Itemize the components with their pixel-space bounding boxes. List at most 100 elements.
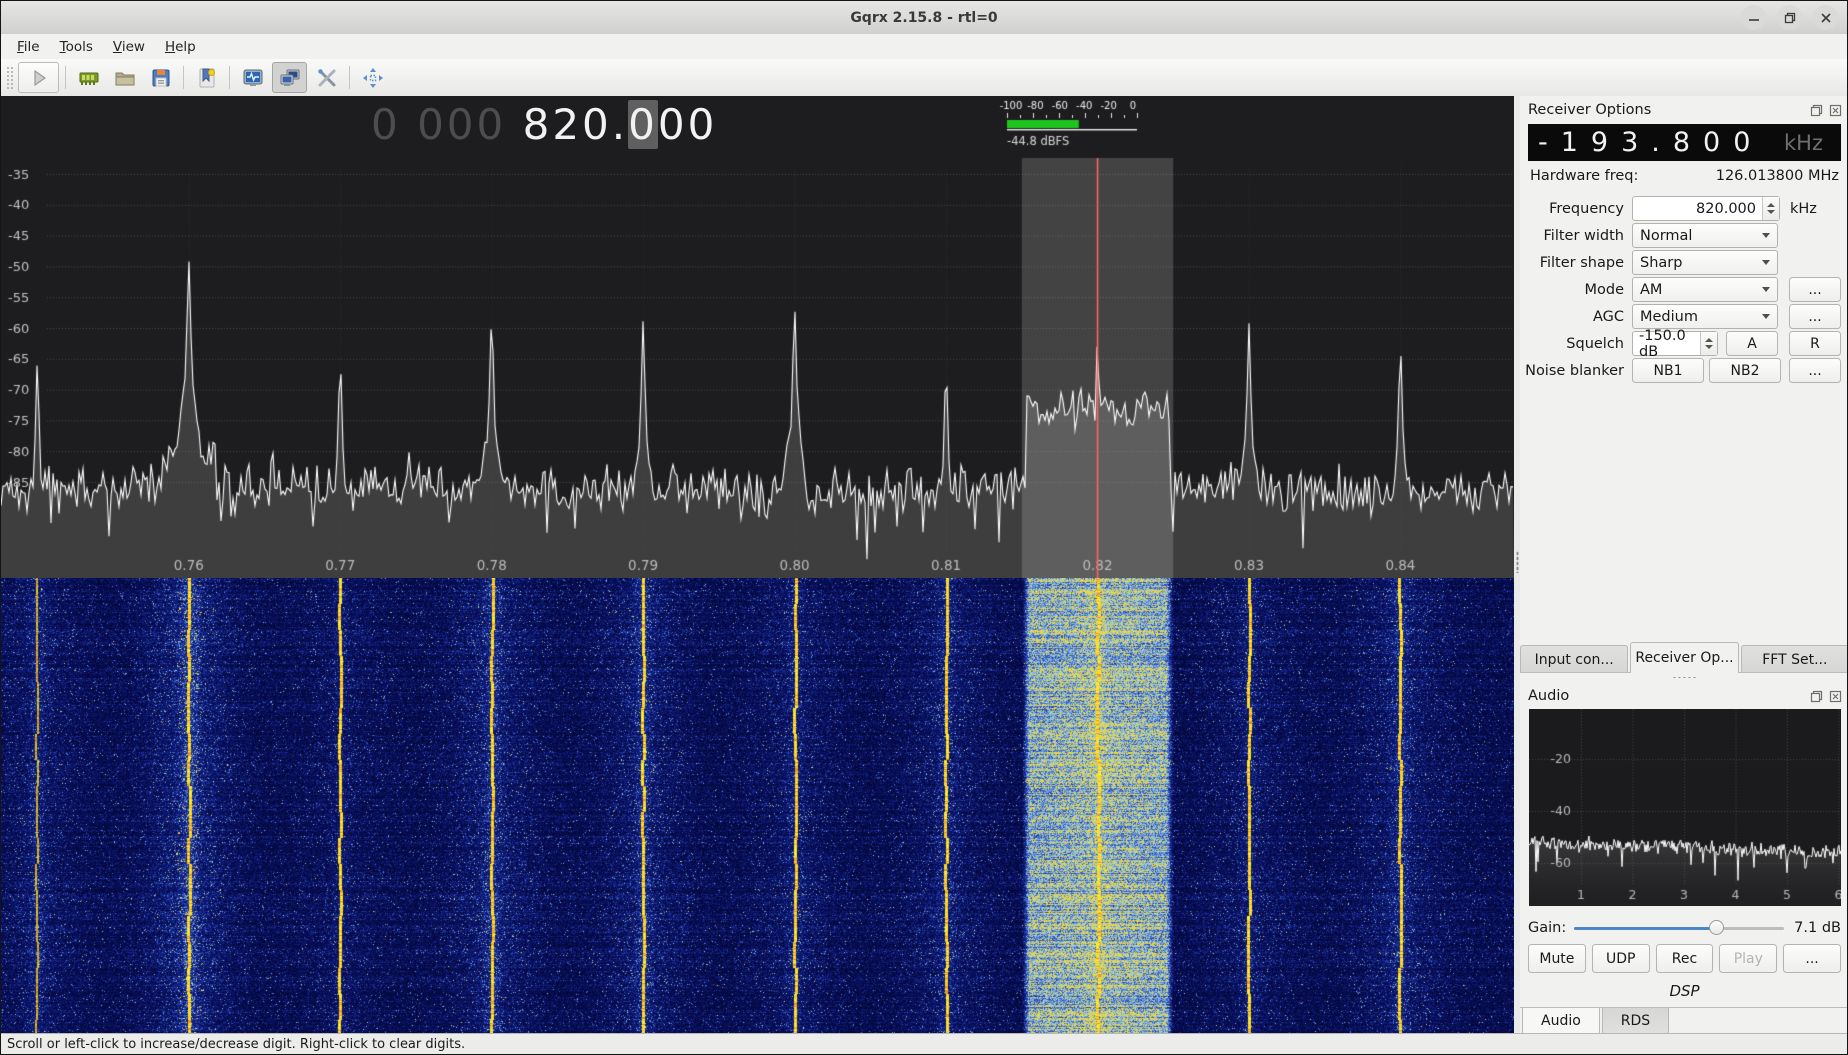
minimize-icon [1748,12,1760,24]
mute-button[interactable]: Mute [1528,944,1586,973]
save-file-button[interactable] [144,63,177,92]
tab-receiver-options[interactable]: Receiver Op... [1630,642,1738,673]
audio-tab-bar: Audio RDS [1520,1007,1848,1036]
frequency-bright-digits[interactable]: 820. [523,100,629,149]
filter-width-row: Filter width Normal [1520,223,1841,248]
splitter-grip-icon [1516,551,1519,573]
mode-row: Mode AM ... [1520,277,1841,302]
filter-shape-combo[interactable]: Sharp [1632,250,1778,275]
gain-value: 7.1 dB [1794,920,1841,936]
nb2-button[interactable]: NB2 [1709,358,1781,383]
nb1-button[interactable]: NB1 [1632,358,1704,383]
noise-blanker-options-button[interactable]: ... [1789,358,1841,383]
menu-help[interactable]: Help [155,37,206,57]
device-config-button[interactable] [72,63,105,92]
menu-bar: File Tools View Help [1,34,1847,60]
hardware-freq-value: 126.013800 MHz [1716,168,1839,184]
frequency-hovered-digit[interactable]: 0 [628,100,658,149]
bookmark-icon [196,67,218,89]
gain-slider[interactable] [1574,920,1784,936]
folder-icon [114,67,136,89]
receiver-options-header: Receiver Options [1520,96,1848,122]
squelch-value[interactable]: -150.0 dB [1633,332,1700,355]
filter-width-combo[interactable]: Normal [1632,223,1778,248]
agc-combo[interactable]: Medium [1632,304,1778,329]
toolbar-drag-handle[interactable] [6,66,13,90]
close-dock-button[interactable] [1828,689,1842,703]
frequency-spinbox[interactable]: 820.000 [1632,196,1780,221]
iq-tool-button[interactable] [236,63,269,92]
dock-tab-bar: Input con... Receiver Op... FFT Set... [1520,643,1848,673]
filter-width-label: Filter width [1520,228,1624,244]
status-text: Scroll or left-click to increase/decreas… [7,1037,465,1052]
squelch-spinbox[interactable]: -150.0 dB [1632,331,1718,356]
frequency-value[interactable]: 820.000 [1633,197,1762,220]
hardware-freq-row: Hardware freq: 126.013800 MHz [1520,161,1848,188]
tab-rds[interactable]: RDS [1602,1007,1669,1035]
close-dock-button[interactable] [1828,103,1842,117]
dock-panel: Receiver Options -193.800 kHz Hardware f… [1520,96,1848,1036]
oscilloscope-icon [242,67,264,89]
waterfall-display[interactable] [1,578,1514,1036]
splitter-grip-icon [1672,676,1698,679]
tab-input-controls[interactable]: Input con... [1520,645,1628,673]
dsp-label: DSP [1520,982,1848,1000]
audio-options-button[interactable]: ... [1783,944,1841,973]
menu-tools[interactable]: Tools [50,37,103,57]
toolbar-separator [229,66,230,89]
offset-frequency-lcd[interactable]: -193.800 kHz [1528,124,1841,161]
start-dsp-button[interactable] [18,62,59,93]
restore-button[interactable] [1777,5,1802,30]
spin-arrows[interactable] [1700,332,1717,355]
open-file-button[interactable] [108,63,141,92]
menu-file[interactable]: File [7,37,50,57]
spin-arrows[interactable] [1762,197,1779,220]
close-button[interactable] [1813,5,1838,30]
spectrum-plot[interactable] [1,96,1514,578]
squelch-reset-button[interactable]: R [1789,331,1841,356]
frequency-unit: kHz [1790,201,1817,217]
chevron-down-icon [1762,233,1770,238]
slider-handle[interactable] [1709,920,1724,935]
rec-button[interactable]: Rec [1656,944,1714,973]
menu-view[interactable]: View [103,37,155,57]
dsp-settings-button[interactable] [310,63,343,92]
minimize-button[interactable] [1741,5,1766,30]
filter-width-value: Normal [1640,228,1692,244]
float-dock-button[interactable] [1809,689,1823,703]
chevron-down-icon [1762,287,1770,292]
agc-options-button[interactable]: ... [1789,304,1841,329]
memory-chip-icon [78,67,100,89]
panel-spacer [1520,383,1848,643]
float-icon [1810,104,1823,117]
bookmarks-button[interactable] [190,63,223,92]
udp-button[interactable]: UDP [1592,944,1650,973]
frequency-dim-digits[interactable]: 0 000 [371,100,506,149]
remote-control-button[interactable] [272,62,307,93]
chevron-down-icon [1762,314,1770,319]
tab-audio[interactable]: Audio [1522,1007,1600,1035]
play-button: Play [1719,944,1777,973]
toolbar-separator [349,66,350,89]
float-dock-button[interactable] [1809,103,1823,117]
tab-fft-settings[interactable]: FFT Set... [1741,645,1848,673]
toolbar-separator [65,66,66,89]
close-icon [1829,104,1842,117]
frequency-label: Frequency [1520,201,1624,217]
status-bar: Scroll or left-click to increase/decreas… [1,1033,1847,1054]
audio-spectrum-plot[interactable] [1529,709,1841,906]
squelch-auto-button[interactable]: A [1726,331,1778,356]
receiver-form: Frequency 820.000 kHz Filter width Norma… [1520,196,1848,383]
fullscreen-button[interactable] [356,63,389,92]
computers-icon [279,67,301,89]
move-arrows-icon [362,67,384,89]
gain-row: Gain: 7.1 dB [1528,920,1841,936]
plotter-area: 0 000 820.000 [1,96,1514,1036]
mode-combo[interactable]: AM [1632,277,1778,302]
mode-options-button[interactable]: ... [1789,277,1841,302]
frequency-digits[interactable]: 0 000 820.000 [371,99,717,151]
play-icon [29,68,49,88]
frequency-trailing-digits[interactable]: 00 [658,100,717,149]
dock-splitter[interactable] [1520,673,1848,682]
title-bar[interactable]: Gqrx 2.15.8 - rtl=0 [1,1,1847,35]
